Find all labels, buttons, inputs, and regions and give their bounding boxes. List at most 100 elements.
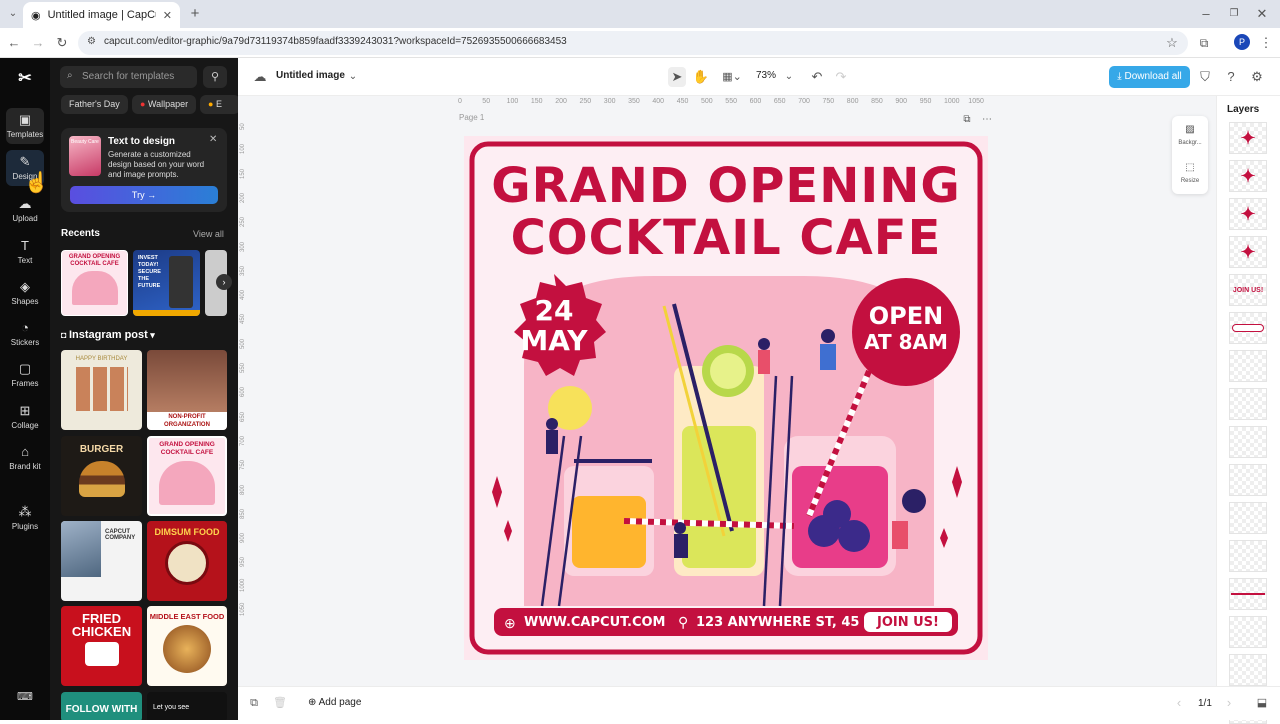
layer-item[interactable] — [1229, 540, 1267, 572]
resize-icon[interactable]: ⬚ — [1172, 162, 1208, 173]
recent-thumb-cocktail[interactable]: GRAND OPENING COCKTAIL CAFE — [61, 250, 128, 316]
prev-page-icon[interactable]: ‹ — [1172, 693, 1186, 713]
instagram-post-heading[interactable]: ◘ Instagram post ▾ — [61, 329, 155, 341]
add-page-button[interactable]: ⊕ Add page — [308, 697, 361, 708]
rail-stickers[interactable]: ◔ Stickers — [0, 320, 50, 347]
poster-join-us[interactable]: JOIN US! — [864, 615, 952, 631]
document-title[interactable]: Untitled image — [276, 70, 345, 81]
close-window-icon[interactable]: ✕ — [1252, 4, 1272, 24]
layer-item[interactable] — [1229, 464, 1267, 496]
site-info-icon[interactable]: ⚙ — [87, 36, 96, 47]
undo-icon[interactable]: ↶ — [808, 67, 826, 87]
rail-templates[interactable]: ▣ Templates — [6, 108, 44, 144]
layer-item[interactable]: ✦ — [1229, 236, 1267, 268]
recent-thumb-invest[interactable]: INVEST TODAY! SECURE THE FUTURE — [133, 250, 200, 316]
poster-website[interactable]: WWW.CAPCUT.COM — [524, 615, 674, 631]
tab-search-icon[interactable]: ⌄ — [4, 4, 22, 24]
browser-tab[interactable]: ◉ Untitled image | CapCut ✕ — [23, 2, 180, 28]
layer-item[interactable]: JOIN US! — [1229, 274, 1267, 306]
poster-date-day[interactable]: 24 — [504, 296, 604, 326]
title-chevron-down-icon[interactable]: ⌄ — [346, 67, 360, 87]
template-birthday[interactable]: HAPPY BIRTHDAY — [61, 350, 142, 430]
view-all-link[interactable]: View all — [193, 229, 224, 239]
help-icon[interactable]: ? — [1222, 67, 1240, 87]
layer-item[interactable] — [1229, 578, 1267, 610]
poster-headline-line2[interactable]: COCKTAIL CAFE — [484, 212, 968, 264]
poster-date-month[interactable]: MAY — [504, 326, 604, 356]
template-dimsum[interactable]: DIMSUM FOOD — [147, 521, 227, 601]
filter-icon[interactable]: ⚲ — [203, 66, 227, 88]
rail-brand-kit[interactable]: ⌂ Brand kit — [0, 444, 50, 471]
resize-label[interactable]: Resize — [1172, 178, 1208, 184]
rail-text[interactable]: T Text — [0, 238, 50, 265]
poster-open-line1[interactable]: OPEN — [852, 302, 960, 330]
select-tool-icon[interactable]: ➤ — [668, 67, 686, 87]
rail-plugins[interactable]: ⁂ Plugins — [0, 504, 50, 531]
next-page-icon[interactable]: › — [1222, 693, 1236, 713]
chip-fathers-day[interactable]: Father's Day — [61, 95, 128, 114]
extensions-icon[interactable]: ⧉ — [1196, 33, 1212, 53]
poster-headline-line1[interactable]: GRAND OPENING — [484, 160, 968, 212]
delete-page-icon[interactable]: 🗑 — [272, 693, 288, 713]
browser-menu-icon[interactable]: ⋮ — [1258, 33, 1274, 53]
forward-icon[interactable]: → — [30, 33, 46, 53]
page-manager-icon[interactable]: ⧉ — [246, 693, 262, 713]
try-button[interactable]: Try → — [70, 186, 218, 204]
page-more-icon[interactable]: ⋯ — [980, 110, 994, 130]
poster-open-line2[interactable]: AT 8AM — [852, 330, 960, 354]
chip-wallpaper[interactable]: ● Wallpaper — [132, 95, 197, 114]
side-ruler-tick: 800 — [240, 484, 246, 495]
minimize-icon[interactable]: – — [1196, 4, 1216, 24]
cloud-save-icon[interactable]: ☁ — [252, 67, 268, 87]
template-company[interactable]: CAPCUT COMPANY — [61, 521, 142, 601]
poster-page[interactable]: GRAND OPENING COCKTAIL CAFE 24 MAY OPEN … — [464, 136, 988, 660]
download-all-button[interactable]: ⤓ Download all — [1109, 66, 1190, 88]
layout-menu-icon[interactable]: ▦⌄ — [718, 67, 746, 87]
bookmark-star-icon[interactable]: ☆ — [1164, 33, 1180, 53]
reload-icon[interactable]: ↻ — [54, 33, 70, 53]
template-middle-east[interactable]: MIDDLE EAST FOOD — [147, 606, 227, 686]
fullscreen-icon[interactable]: ⬓ — [1254, 693, 1270, 713]
layer-item[interactable] — [1229, 654, 1267, 686]
layer-item[interactable] — [1229, 312, 1267, 344]
layer-item[interactable] — [1229, 388, 1267, 420]
zoom-chevron-down-icon[interactable]: ⌄ — [782, 67, 796, 87]
rail-collage[interactable]: ⊞ Collage — [0, 403, 50, 430]
layer-item[interactable]: ✦ — [1229, 122, 1267, 154]
settings-gear-icon[interactable]: ⚙ — [1248, 67, 1266, 87]
page-duplicate-icon[interactable]: ⧉ — [960, 110, 974, 130]
template-burger[interactable]: BURGER — [61, 436, 142, 516]
new-tab-icon[interactable]: + — [186, 4, 204, 24]
back-icon[interactable]: ← — [6, 33, 22, 53]
profile-avatar[interactable]: P — [1234, 34, 1250, 50]
shield-icon[interactable]: ⛉ — [1196, 67, 1214, 87]
rail-shapes[interactable]: ◈ Shapes — [0, 279, 50, 306]
template-nonprofit[interactable]: NON-PROFIT ORGANIZATION — [147, 350, 227, 430]
rail-upload[interactable]: ☁ Upload — [0, 196, 50, 223]
background-icon[interactable]: ▨ — [1172, 124, 1208, 135]
poster-address[interactable]: 123 ANYWHERE ST, 45 — [696, 615, 866, 631]
layer-item[interactable] — [1229, 616, 1267, 648]
background-label[interactable]: Backgr... — [1172, 140, 1208, 146]
template-cocktail[interactable]: GRAND OPENING COCKTAIL CAFE — [147, 436, 227, 516]
zoom-level[interactable]: 73% — [756, 70, 776, 81]
restore-icon[interactable]: ❐ — [1224, 4, 1244, 24]
layer-item[interactable]: ✦ — [1229, 160, 1267, 192]
hand-tool-icon[interactable]: ✋ — [692, 67, 710, 87]
chip-more[interactable]: ● E — [200, 95, 238, 114]
template-follow[interactable]: FOLLOW WITH — [61, 692, 142, 720]
template-fried-chicken[interactable]: FRIED CHICKEN — [61, 606, 142, 686]
layer-item[interactable] — [1229, 350, 1267, 382]
rail-frames[interactable]: ▢ Frames — [0, 361, 50, 388]
redo-icon[interactable]: ↷ — [832, 67, 850, 87]
layer-item[interactable] — [1229, 502, 1267, 534]
url-field[interactable]: ⚙ capcut.com/editor-graphic/9a79d7311937… — [78, 31, 1188, 55]
template-search-input[interactable]: ⌕ Search for templates — [60, 66, 197, 88]
keyboard-icon[interactable]: ⌨ — [0, 690, 50, 703]
close-tab-icon[interactable]: ✕ — [163, 9, 172, 22]
template-let-you-see[interactable]: Let you see — [147, 692, 227, 720]
layer-item[interactable] — [1229, 426, 1267, 458]
layer-item[interactable]: ✦ — [1229, 198, 1267, 230]
close-card-icon[interactable]: ✕ — [209, 134, 217, 145]
recents-next-icon[interactable]: › — [216, 274, 232, 290]
